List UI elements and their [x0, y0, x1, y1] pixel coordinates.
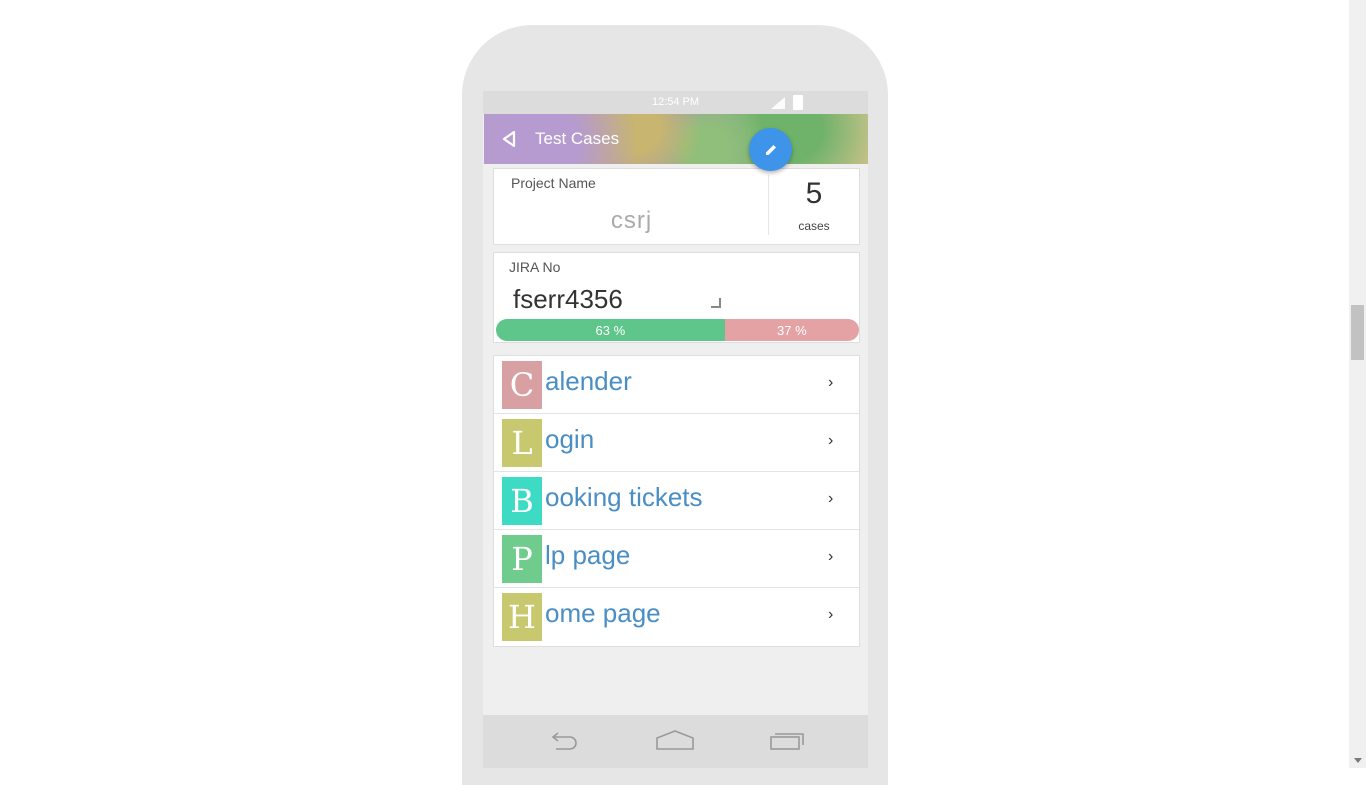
case-count: 5: [805, 177, 823, 210]
list-item[interactable]: P lp page ›: [494, 530, 859, 588]
project-card: Project Name csrj 5 cases: [493, 168, 860, 245]
list-item[interactable]: B ooking tickets ›: [494, 472, 859, 530]
status-bar: 12:54 PM: [483, 91, 868, 114]
pencil-icon: [765, 144, 776, 155]
back-triangle-icon[interactable]: [502, 131, 516, 147]
list-item-initial-badge: H: [502, 593, 542, 641]
case-count-label: cases: [798, 219, 830, 233]
phone-screen: 12:54 PM Test Cases Project Name csrj 5 …: [483, 91, 868, 768]
recent-apps-icon[interactable]: [770, 729, 804, 751]
progress-bar: 63 % 37 %: [496, 319, 859, 341]
signal-icon: [771, 97, 785, 109]
list-item[interactable]: L ogin ›: [494, 414, 859, 472]
chevron-right-icon: ›: [828, 490, 834, 507]
list-item-initial-badge: P: [502, 535, 542, 583]
edit-fab-button[interactable]: [749, 128, 792, 171]
home-icon[interactable]: [656, 729, 694, 751]
chevron-right-icon: ›: [828, 432, 834, 449]
list-item-label: ooking tickets: [545, 482, 703, 512]
list-item-label: alender: [545, 366, 632, 396]
pass-percent-label: 63 %: [595, 322, 626, 338]
back-arrow-icon[interactable]: [548, 729, 580, 751]
progress-fail: 37 %: [724, 319, 859, 341]
progress-pass: 63 %: [496, 319, 725, 341]
jira-card: JIRA No fserr4356 63 % 37 %: [493, 252, 860, 343]
page-scrollbar[interactable]: [1349, 0, 1366, 768]
android-nav-bar: [483, 715, 868, 768]
chevron-right-icon: ›: [828, 548, 834, 565]
chevron-right-icon: ›: [828, 374, 834, 391]
list-item-initial-badge: C: [502, 361, 542, 409]
test-case-list: C alender › L ogin › B ooking tickets › …: [493, 355, 860, 647]
jira-value[interactable]: fserr4356: [513, 284, 623, 315]
list-item-initial-badge: L: [502, 419, 542, 467]
list-item[interactable]: H ome page ›: [494, 588, 859, 645]
list-item-label: lp page: [545, 540, 631, 570]
list-item-initial-badge: B: [502, 477, 542, 525]
project-name-label: Project Name: [511, 175, 596, 191]
chevron-right-icon: ›: [828, 606, 834, 623]
list-item[interactable]: C alender ›: [494, 356, 859, 414]
project-name-value: csrj: [610, 207, 653, 234]
list-item-label: ogin: [545, 424, 595, 454]
list-item-label: ome page: [545, 598, 661, 628]
scroll-down-arrow-icon[interactable]: [1354, 758, 1362, 763]
scrollbar-thumb[interactable]: [1351, 305, 1364, 360]
page-title: Test Cases: [535, 129, 620, 148]
battery-icon: [793, 95, 803, 110]
fail-percent-label: 37 %: [777, 322, 807, 338]
resize-handle-icon[interactable]: [711, 298, 721, 308]
app-bar: Test Cases: [484, 114, 868, 164]
jira-label: JIRA No: [509, 259, 561, 275]
status-time: 12:54 PM: [651, 96, 700, 108]
